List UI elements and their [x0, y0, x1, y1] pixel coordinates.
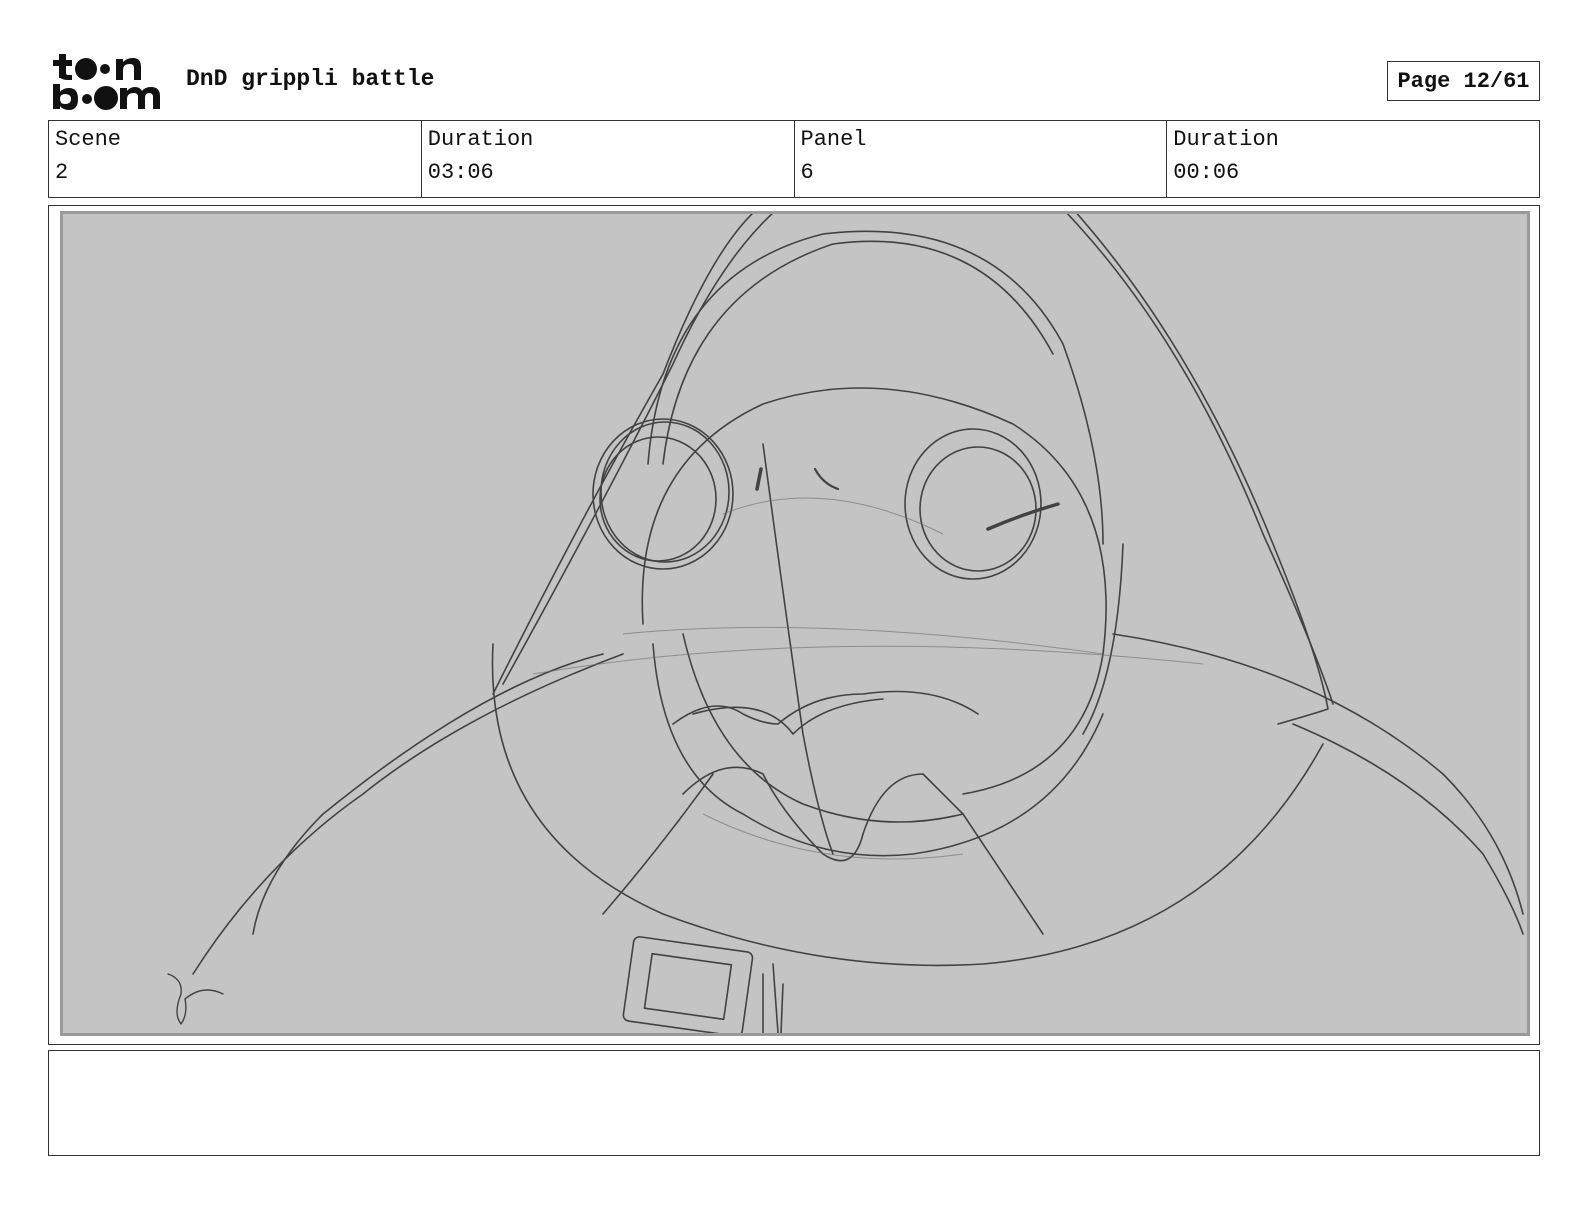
panel-cell: Panel 6 [795, 121, 1168, 197]
scene-value: 2 [55, 160, 69, 185]
toon-boom-logo [50, 50, 165, 112]
panel-duration-cell: Duration 00:06 [1167, 121, 1539, 197]
panel-image-frame [48, 205, 1540, 1045]
scene-label: Scene [55, 127, 122, 152]
frog-character-sketch [167, 214, 1524, 1033]
page-indicator-text: Page 12/61 [1397, 68, 1530, 94]
project-title: DnD grippli battle [186, 66, 435, 92]
panel-notes-box [48, 1050, 1540, 1156]
panel-value: 6 [800, 160, 814, 185]
scene-duration-value: 03:06 [427, 160, 494, 185]
scene-duration-label: Duration [427, 127, 534, 152]
scene-cell: Scene 2 [49, 121, 422, 197]
panel-duration-label: Duration [1173, 127, 1279, 152]
scene-duration-cell: Duration 03:06 [422, 121, 795, 197]
panel-info-table: Scene 2 Duration 03:06 Panel 6 Duration … [48, 120, 1540, 198]
panel-duration-value: 00:06 [1173, 160, 1240, 185]
storyboard-sketch [60, 211, 1530, 1036]
panel-label: Panel [800, 127, 867, 152]
page-indicator: Page 12/61 [1387, 61, 1540, 101]
